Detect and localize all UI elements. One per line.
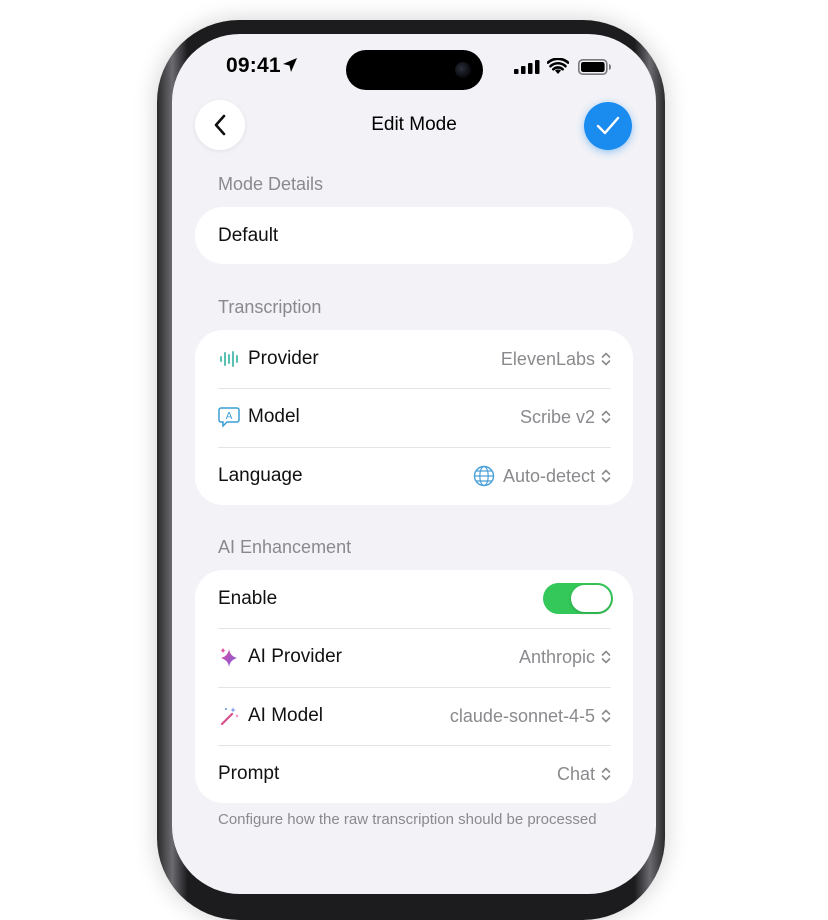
mode-name-value: Default (218, 225, 279, 246)
section-header-mode-details: Mode Details (218, 174, 324, 194)
checkmark-icon (596, 116, 620, 135)
chevron-up-down-icon (601, 410, 611, 424)
chevron-up-down-icon (601, 709, 611, 723)
row-divider (218, 447, 611, 448)
provider-row[interactable]: Provider ElevenLabs (195, 330, 633, 388)
wifi-icon (547, 58, 569, 74)
done-button[interactable] (584, 102, 632, 150)
ai-provider-label: AI Provider (248, 646, 342, 667)
prompt-value: Chat (556, 763, 595, 784)
globe-icon (473, 465, 495, 487)
model-row[interactable]: A Model Scribe v2 (195, 388, 633, 446)
ai-provider-value: Anthropic (518, 646, 595, 667)
screen: 09:41 Edit Mode Mode Details Default Tra… (172, 34, 656, 894)
ai-model-row[interactable]: AI Model claude-sonnet-4-5 (195, 687, 633, 745)
mode-name-card: Default (195, 207, 633, 264)
chevron-up-down-icon (601, 650, 611, 664)
chevron-up-down-icon (601, 767, 611, 781)
chevron-up-down-icon (601, 469, 611, 483)
ai-enhancement-footer: Configure how the raw transcription shou… (218, 811, 597, 828)
prompt-label: Prompt (218, 763, 280, 784)
location-arrow-icon (283, 58, 297, 72)
prompt-row[interactable]: Prompt Chat (195, 745, 633, 803)
dynamic-island (346, 50, 483, 90)
transcription-card: Provider ElevenLabs A Model Scribe v2 La… (195, 330, 633, 505)
enable-row: Enable (195, 570, 633, 628)
ai-provider-row[interactable]: AI Provider Anthropic (195, 628, 633, 686)
model-value: Scribe v2 (519, 406, 595, 427)
ai-model-value: claude-sonnet-4-5 (449, 705, 595, 726)
ai-model-label: AI Model (248, 705, 323, 726)
cellular-signal-icon (514, 60, 540, 74)
enable-toggle[interactable] (543, 583, 613, 614)
row-divider (218, 745, 611, 746)
row-divider (218, 687, 611, 688)
waveform-icon (218, 348, 240, 370)
chevron-up-down-icon (601, 352, 611, 366)
sparkles-icon (218, 646, 240, 668)
row-divider (218, 388, 611, 389)
mode-name-field[interactable]: Default (195, 207, 633, 265)
provider-value: ElevenLabs (500, 348, 595, 369)
enable-label: Enable (218, 588, 278, 609)
camera-lens (455, 62, 471, 78)
svg-text:A: A (226, 411, 233, 422)
battery-icon (578, 59, 611, 75)
status-time: 09:41 (226, 54, 281, 77)
speech-bubble-a-icon: A (218, 406, 240, 428)
ai-enhancement-card: Enable AI Provider Anthropic AI Model cl… (195, 570, 633, 803)
language-label: Language (218, 465, 303, 486)
row-divider (218, 628, 611, 629)
language-row[interactable]: Language Auto-detect (195, 447, 633, 505)
toggle-knob (571, 585, 611, 612)
provider-label: Provider (248, 348, 319, 369)
section-header-ai-enhancement: AI Enhancement (218, 537, 352, 557)
magic-wand-icon (218, 705, 240, 727)
model-label: Model (248, 406, 300, 427)
language-value: Auto-detect (502, 465, 595, 486)
section-header-transcription: Transcription (218, 297, 322, 317)
